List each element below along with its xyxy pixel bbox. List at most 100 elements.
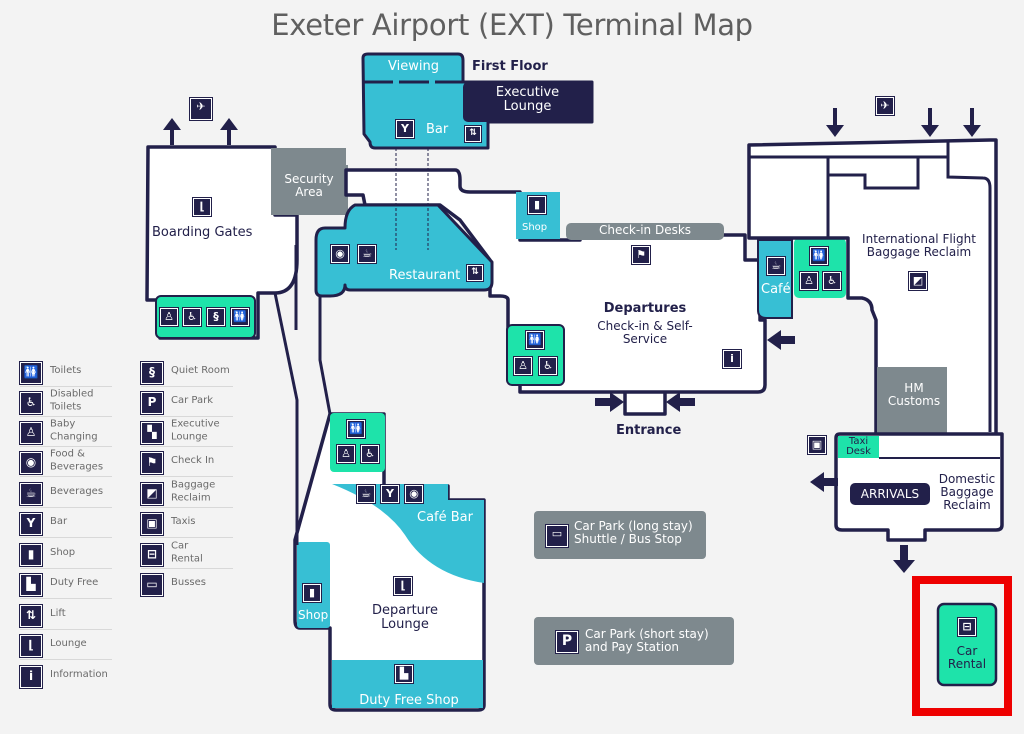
legend-item: P Car Park: [140, 386, 233, 417]
busses-icon: ▭: [140, 573, 164, 597]
lounge-baby-icon: ♙: [336, 444, 356, 464]
food-beverages-icon: ◉: [19, 451, 43, 475]
check-in-icon: ⚑: [140, 451, 164, 475]
legend-label: Car Park: [171, 394, 214, 406]
legend-label: Car Rental: [171, 540, 203, 565]
lounge-toilets-icon: 🚻: [346, 419, 366, 439]
legend-item: Y Bar: [19, 507, 112, 538]
arrow-left-arrivals: [810, 472, 838, 492]
lift-icon: ⇅: [464, 125, 482, 143]
quiet-room-icon: §: [140, 361, 164, 385]
arrivals-toilets-icon: 🚻: [809, 246, 829, 266]
taxi-desk-label: Taxi Desk: [846, 436, 871, 457]
legend-label: Busses: [171, 576, 206, 588]
baby-changing-icon: ♙: [19, 421, 43, 445]
cafe-bar-food-icon: ◉: [404, 484, 424, 504]
lounge-disabled-icon: ♿: [360, 444, 380, 464]
legend-item: 🚻 Toilets: [19, 356, 112, 387]
legend-label: Lift: [50, 607, 66, 619]
arrivals-plane-icon: ✈: [875, 96, 895, 116]
bar-icon: Y: [395, 119, 415, 139]
disabled-toilets-icon: ♿: [19, 391, 43, 415]
legend-item: ♙ Baby Changing: [19, 416, 112, 447]
legend-label: Taxis: [171, 515, 196, 527]
information-icon: i: [722, 349, 742, 369]
lift-icon: ⇅: [19, 604, 43, 628]
checkin-shop-label: Shop: [522, 222, 548, 233]
arrow-down-2: [921, 108, 939, 137]
departures-sub-label: Check-in & Self-Service: [597, 319, 693, 347]
toilets-icon: 🚻: [230, 307, 250, 327]
legend-item: ☕ Beverages: [19, 477, 112, 508]
car-park-icon: P: [140, 391, 164, 415]
cafe-label: Café: [761, 282, 791, 297]
arrow-down-arrivals: [893, 545, 915, 573]
legend-label: Food & Beverages: [50, 448, 104, 473]
baggage-reclaim-icon: ◩: [908, 271, 928, 291]
disabled-toilets-icon: ♿: [182, 307, 202, 327]
legend-label: Bar: [50, 515, 68, 527]
legend-label: Executive Lounge: [171, 418, 220, 443]
departure-lounge-icon: ⌊: [393, 576, 413, 596]
legend-item: ⚑ Check In: [140, 446, 233, 477]
legend-label: Duty Free: [50, 576, 99, 588]
bar-label: Bar: [426, 122, 449, 137]
entrance-label: Entrance: [616, 423, 682, 438]
arrow-down-1: [826, 108, 844, 137]
toilets-icon: 🚻: [19, 361, 43, 385]
car-park-icon: P: [555, 630, 579, 654]
legend-label: Check In: [171, 454, 215, 466]
information-icon: i: [19, 665, 43, 689]
legend-label: Beverages: [50, 485, 104, 497]
legend-label: Disabled Toilets: [50, 388, 94, 413]
shop-icon: ▮: [527, 195, 547, 215]
departures-plane-icon: ✈: [189, 97, 213, 121]
boarding-gates-label: Boarding Gates: [152, 225, 253, 240]
legend-label: Lounge: [50, 637, 87, 649]
cafe-bar-label: Café Bar: [417, 510, 473, 525]
departures-baby-icon: ♙: [513, 356, 533, 376]
legend-item: ▮ Shop: [19, 538, 112, 569]
restaurant-label: Restaurant: [389, 268, 461, 283]
lounge-icon: ⌊: [19, 634, 43, 658]
check-in-icon: ⚑: [631, 245, 651, 265]
legend-item: ⇅ Lift: [19, 599, 112, 630]
lounge-shop-label: Shop: [298, 608, 329, 622]
car-rental-icon: ⊟: [140, 543, 164, 567]
hm-customs-label: HM Customs: [887, 381, 941, 409]
taxis-icon: ▣: [140, 512, 164, 536]
arrow-left-entrance: [666, 392, 695, 412]
beverages-icon: ☕: [19, 482, 43, 506]
legend-item: ▙ Duty Free: [19, 568, 112, 599]
arrivals-disabled-icon: ♿: [822, 271, 842, 291]
quiet-room-icon: §: [206, 307, 226, 327]
taxis-icon: ▣: [807, 435, 827, 455]
cafe-area: [757, 239, 793, 319]
legend-label: Shop: [50, 546, 76, 558]
executive-lounge-label: Executive Lounge: [495, 85, 560, 115]
duty-free-icon: ▙: [394, 664, 414, 684]
legend-label: Baggage Reclaim: [171, 479, 216, 504]
departures-disabled-icon: ♿: [538, 356, 558, 376]
cafe-beverages-icon: ☕: [766, 256, 786, 276]
legend-item: i Information: [19, 660, 112, 690]
legend-item: § Quiet Room: [140, 356, 233, 387]
domestic-baggage-label: Domestic Baggage Reclaim: [938, 472, 996, 513]
executive-lounge-icon: ▚: [140, 421, 164, 445]
intl-baggage-label: International Flight Baggage Reclaim: [862, 232, 976, 260]
duty-free-shop-label: Duty Free Shop: [359, 693, 459, 708]
passport-control-label: Passport Control: [763, 183, 815, 211]
departure-lounge-label: Departure Lounge: [372, 603, 438, 633]
baggage-reclaim-icon: ◩: [140, 482, 164, 506]
cafe-bar-beverages-icon: ☕: [356, 484, 376, 504]
legend-item: ⊟ Car Rental: [140, 538, 233, 569]
arrow-down-3: [963, 108, 981, 137]
car-rental-highlight-box: [912, 576, 1012, 716]
legend-item: ▚ Executive Lounge: [140, 416, 233, 447]
food-beverages-icon: ◉: [330, 244, 350, 264]
first-floor-label: First Floor: [472, 59, 548, 74]
legend-label: Toilets: [50, 364, 82, 376]
car-park-long-label: Car Park (long stay) Shuttle / Bus Stop: [574, 519, 693, 547]
legend-label: Baby Changing: [50, 418, 98, 443]
legend-item: ▭ Busses: [140, 568, 233, 598]
